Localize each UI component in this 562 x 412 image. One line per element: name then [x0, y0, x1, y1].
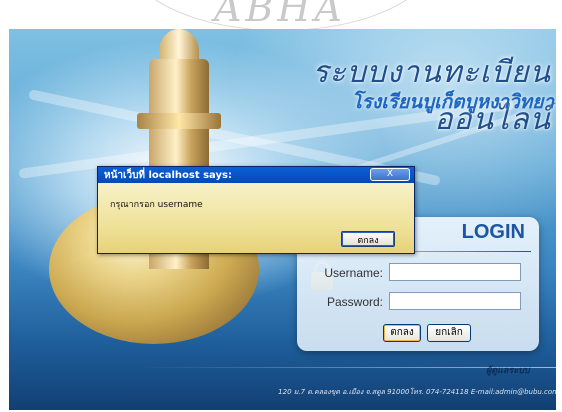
username-label: Username:	[324, 266, 383, 280]
login-ok-button[interactable]: ตกลง	[383, 324, 421, 342]
username-row: Username:	[297, 263, 539, 285]
alert-dialog: หน้าเว็บที่ localhost says: X กรุณากรอก …	[97, 166, 415, 254]
minaret-balcony	[137, 113, 221, 129]
login-heading: LOGIN	[461, 221, 525, 243]
school-name: โรงเรียนบูเก็ตบูหงาวิทยา	[351, 91, 554, 113]
dialog-titlebar[interactable]: หน้าเว็บที่ localhost says: X	[98, 167, 414, 183]
dialog-body: กรุณากรอก username ตกลง	[98, 183, 414, 253]
username-input[interactable]	[389, 263, 521, 281]
dialog-message: กรุณากรอก username	[110, 200, 203, 210]
password-label: Password:	[326, 295, 383, 309]
dialog-ok-button[interactable]: ตกลง	[341, 231, 395, 247]
footer-address: 120 ม.7 ต.คลองขุด อ.เมือง จ.สตูล 91000โท…	[278, 388, 556, 396]
password-row: Password:	[297, 292, 539, 314]
admin-link[interactable]: ผู้ดูแลระบบ	[486, 363, 530, 377]
close-icon: X	[386, 169, 394, 179]
dialog-title: หน้าเว็บที่ localhost says:	[104, 170, 232, 181]
dialog-close-button[interactable]: X	[370, 168, 410, 181]
password-input[interactable]	[389, 292, 521, 310]
login-cancel-button[interactable]: ยกเลิก	[427, 324, 471, 342]
